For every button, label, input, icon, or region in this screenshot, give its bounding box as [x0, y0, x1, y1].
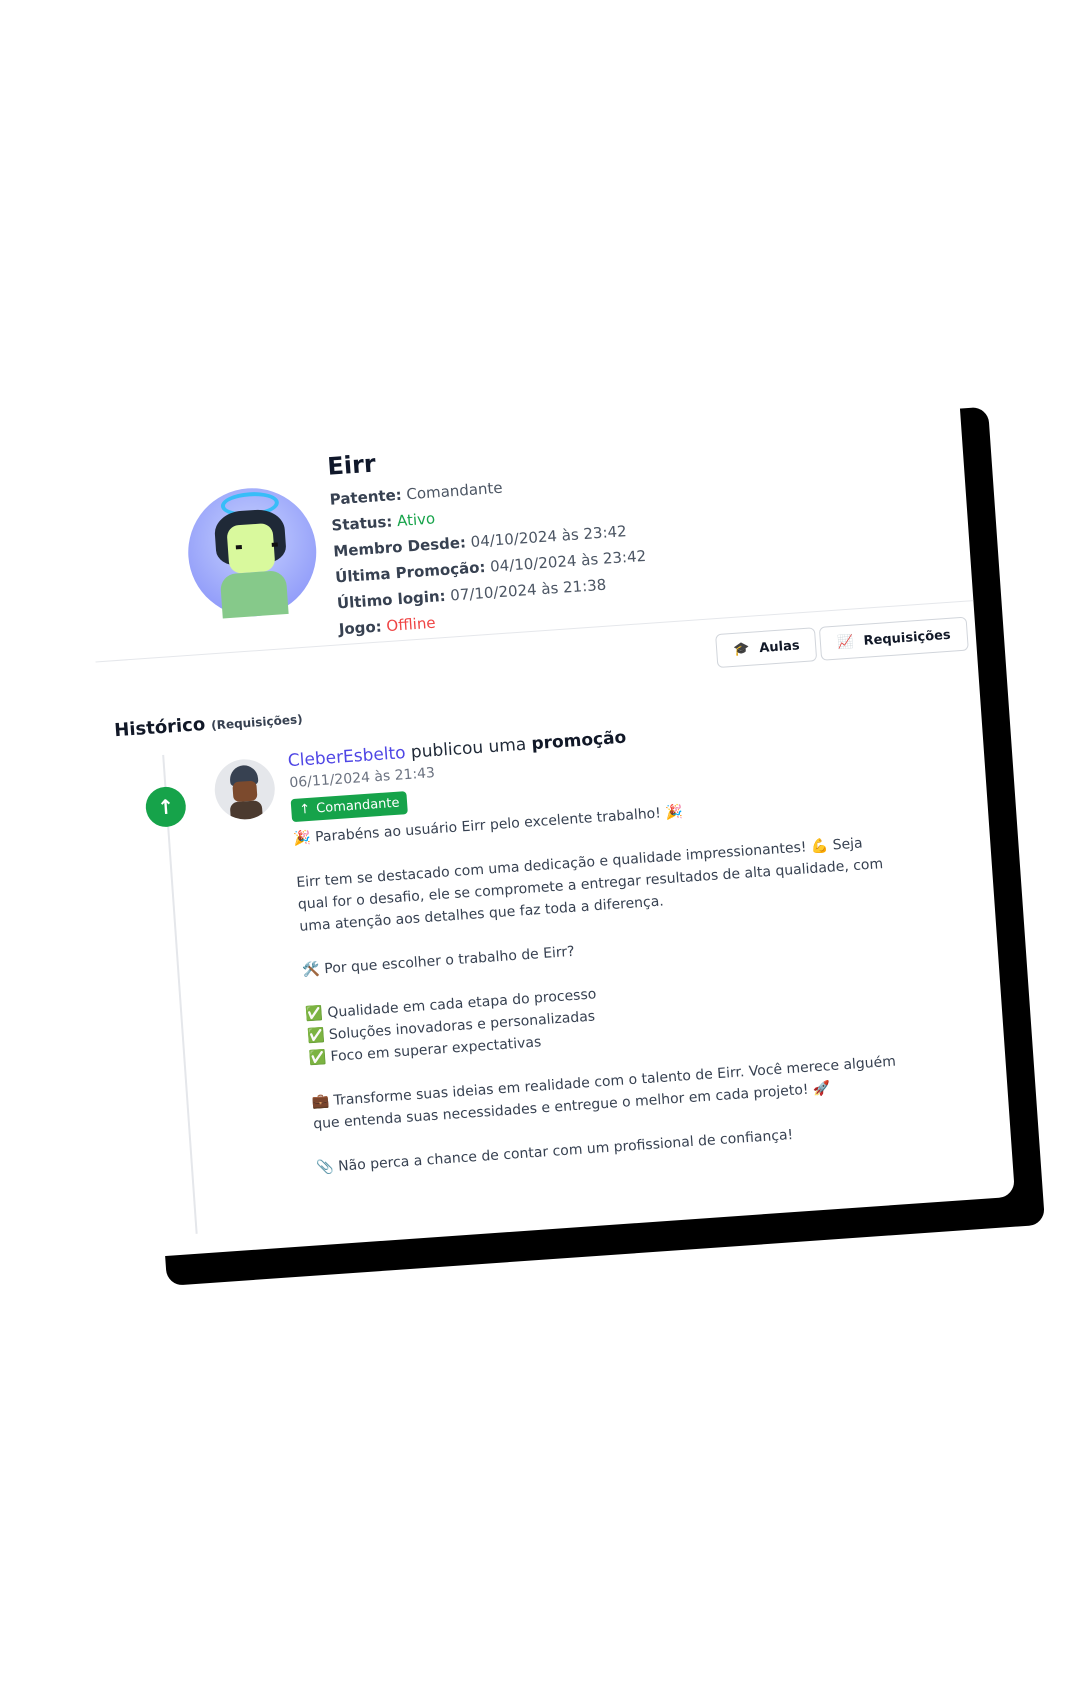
graduation-cap-icon: 🎓: [732, 641, 750, 658]
profile-info: Eirr Patente: Comandante Status: Ativo M…: [326, 431, 650, 642]
tab-aulas[interactable]: 🎓 Aulas: [715, 627, 818, 669]
tab-bar: 🎓 Aulas 📈 Requisições: [715, 616, 969, 669]
author-avatar[interactable]: [212, 757, 277, 822]
rank-badge: ↑ Comandante: [290, 791, 409, 823]
history-entry: CleberEsbelto publicou uma promoção 06/1…: [287, 709, 915, 1179]
user-avatar: [183, 483, 321, 621]
entry-message: 🎉 Parabéns ao usuário Eirr pelo excelent…: [292, 803, 901, 1177]
history-title: Histórico (Requisições): [113, 712, 304, 742]
status-value: Ativo: [396, 509, 436, 531]
screenshot-scene: Eirr Patente: Comandante Status: Ativo M…: [80, 377, 1046, 1298]
profile-header: Eirr Patente: Comandante Status: Ativo M…: [182, 414, 893, 642]
arrow-up-icon: ↑: [298, 801, 311, 818]
tab-requisicoes[interactable]: 📈 Requisições: [819, 616, 969, 661]
arrow-up-icon: ↑: [144, 785, 188, 829]
profile-card: Eirr Patente: Comandante Status: Ativo M…: [80, 378, 1016, 1259]
history-subtitle: (Requisições): [210, 712, 304, 733]
author-link[interactable]: CleberEsbelto: [287, 743, 406, 771]
chart-line-icon: 📈: [836, 634, 855, 651]
jogo-value: Offline: [385, 613, 437, 636]
